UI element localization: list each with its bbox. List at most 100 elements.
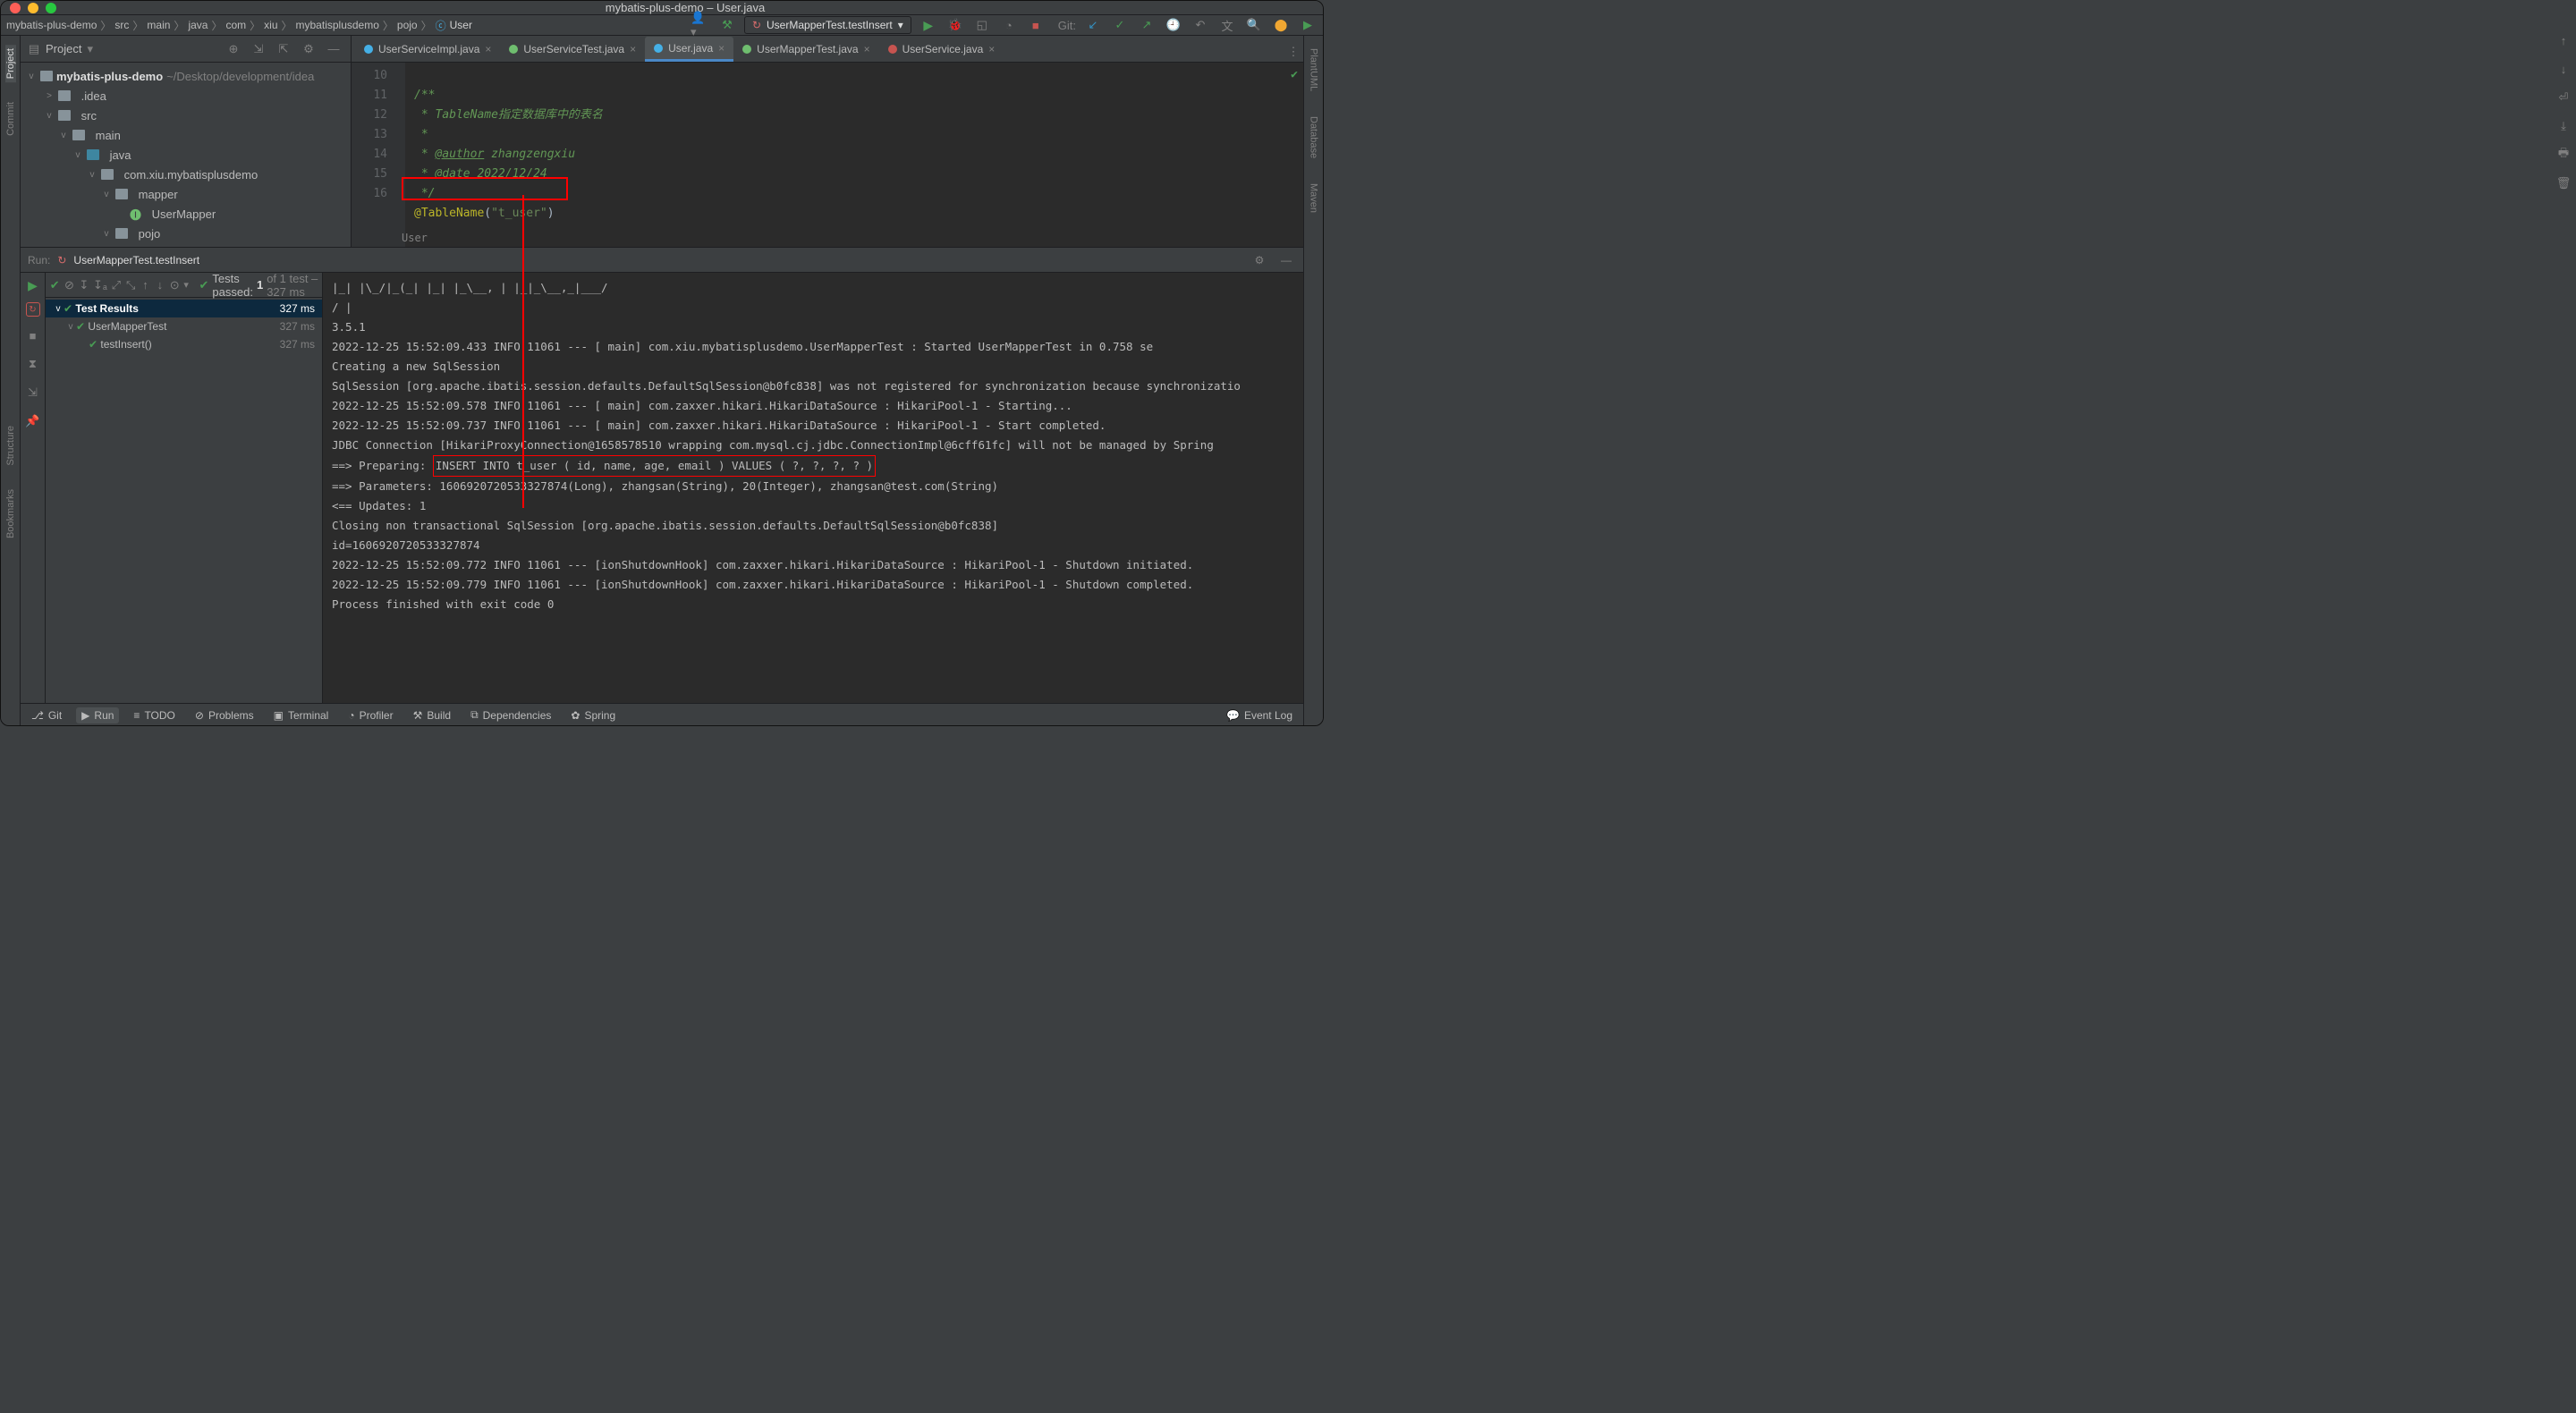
close-window-button[interactable]	[10, 3, 21, 13]
tool-problems[interactable]: ⊘ Problems	[190, 707, 259, 723]
test-toolbar: ✔ ⊘ ↧ ↧ₐ ⤢ ⤡ ↑ ↓ ⊙ ▾ ✔ Tests passed:	[46, 273, 322, 298]
prev-failed-icon[interactable]: ↑	[140, 275, 150, 295]
breadcrumb[interactable]: mybatis-plus-demo〉 src〉 main〉 java〉 com〉…	[6, 18, 472, 33]
editor-tab[interactable]: UserServiceImpl.java×	[355, 37, 500, 62]
breadcrumb-item[interactable]: java	[188, 19, 208, 31]
toolbar-right: 👤▾ ⚒ ↻UserMapperTest.testInsert▾ ▶ 🐞 ◱ ◔…	[691, 15, 1318, 35]
editor-tab[interactable]: UserServiceTest.java×	[500, 37, 645, 62]
breadcrumb-item[interactable]: main	[147, 19, 170, 31]
test-results-root[interactable]: v✔ Test Results 327 ms	[46, 300, 322, 317]
breadcrumb-item[interactable]: src	[114, 19, 129, 31]
maximize-window-button[interactable]	[46, 3, 56, 13]
code-editor[interactable]: 10 11 12 13 14 15 16 /** * TableName指定数据…	[352, 63, 1303, 247]
ide-actions-icon[interactable]: ⬤	[1271, 15, 1291, 35]
breadcrumb-item[interactable]: mybatisplusdemo	[296, 19, 379, 31]
tree-item[interactable]: v src	[21, 106, 351, 125]
breadcrumb-item[interactable]: xiu	[264, 19, 277, 31]
gear-icon[interactable]: ⚙	[299, 39, 318, 59]
code-content[interactable]: /** * TableName指定数据库中的表名 * * @author zha…	[405, 63, 603, 247]
editor-tab[interactable]: UserService.java×	[879, 37, 1004, 62]
breadcrumb-item[interactable]: pojo	[397, 19, 418, 31]
test-class-row[interactable]: v✔ UserMapperTest 327 ms	[46, 317, 322, 335]
sidebar-tab-maven[interactable]: Maven	[1309, 180, 1319, 216]
git-update-icon[interactable]: ↙	[1083, 15, 1103, 35]
hide-panel-icon[interactable]: —	[324, 39, 343, 59]
tool-todo[interactable]: ≡ TODO	[128, 707, 180, 723]
show-passed-icon[interactable]: ✔	[49, 275, 60, 295]
tool-spring[interactable]: ✿ Spring	[565, 707, 621, 723]
tool-run[interactable]: ▶ Run	[76, 707, 119, 723]
debug-button[interactable]: 🐞	[945, 15, 965, 35]
run-settings-icon[interactable]: ⚙	[1250, 250, 1269, 270]
rerun-button[interactable]: ▶	[28, 278, 38, 293]
run-button[interactable]: ▶	[919, 15, 938, 35]
run-config-dropdown[interactable]: ↻UserMapperTest.testInsert▾	[744, 16, 911, 34]
minimize-window-button[interactable]	[28, 3, 38, 13]
git-commit-icon[interactable]: ✓	[1110, 15, 1130, 35]
show-ignored-icon[interactable]: ⊘	[64, 275, 74, 295]
codewithme-icon[interactable]: ▶	[1298, 15, 1318, 35]
test-history-icon[interactable]: ⧗	[23, 354, 43, 374]
select-opened-file-icon[interactable]: ⊕	[224, 39, 243, 59]
sidebar-tab-commit[interactable]: Commit	[5, 98, 16, 140]
tree-root[interactable]: v mybatis-plus-demo ~/Desktop/developmen…	[21, 66, 351, 86]
translate-icon[interactable]: 文	[1217, 15, 1237, 35]
tree-item[interactable]: v com.xiu.mybatisplusdemo	[21, 165, 351, 184]
tool-build[interactable]: ⚒ Build	[408, 707, 456, 723]
tool-profiler[interactable]: ◔ Profiler	[343, 707, 398, 723]
coverage-button[interactable]: ◱	[972, 15, 992, 35]
editor-tabs: UserServiceImpl.java×UserServiceTest.jav…	[352, 36, 1303, 63]
tree-item[interactable]: v java	[21, 145, 351, 165]
sidebar-tab-project[interactable]: Project	[5, 45, 16, 82]
breadcrumb-item[interactable]: User	[450, 19, 472, 31]
git-rollback-icon[interactable]: ↶	[1191, 15, 1210, 35]
build-hammer-icon[interactable]: ⚒	[717, 15, 737, 35]
editor-tab[interactable]: UserMapperTest.java×	[733, 37, 878, 62]
chevron-down-icon[interactable]: ▾	[87, 42, 93, 56]
sidebar-tab-bookmarks[interactable]: Bookmarks	[5, 486, 16, 542]
git-history-icon[interactable]: 🕘	[1164, 15, 1183, 35]
tree-item[interactable]: 🅘 UserMapper	[21, 204, 351, 224]
tree-item[interactable]: v main	[21, 125, 351, 145]
tool-git[interactable]: ⎇ Git	[26, 707, 67, 723]
collapse-icon[interactable]: ⤡	[125, 275, 136, 295]
expand-icon[interactable]: ⤢	[111, 275, 122, 295]
test-tree[interactable]: v✔ Test Results 327 ms v✔ UserMapperTest…	[46, 298, 322, 353]
run-header-target: UserMapperTest.testInsert	[73, 254, 199, 267]
test-method-row[interactable]: ✔ testInsert() 327 ms	[46, 335, 322, 353]
sidebar-tab-database[interactable]: Database	[1309, 113, 1319, 162]
sidebar-tab-plantuml[interactable]: PlantUML	[1309, 45, 1319, 95]
tree-item[interactable]: > .idea	[21, 86, 351, 106]
toggle-auto-test-icon[interactable]: ↻	[26, 302, 40, 317]
collapse-all-icon[interactable]: ⇱	[274, 39, 293, 59]
sort-icon[interactable]: ↧	[79, 275, 89, 295]
stop-button[interactable]: ■	[1026, 15, 1046, 35]
test-settings-icon[interactable]: ⊙	[169, 275, 180, 295]
editor-more-icon[interactable]: ⋮	[1284, 42, 1303, 62]
profile-button[interactable]: ◔	[999, 15, 1019, 35]
editor-tab[interactable]: User.java×	[645, 37, 733, 62]
hide-run-icon[interactable]: —	[1276, 250, 1296, 270]
breadcrumb-item[interactable]: mybatis-plus-demo	[6, 19, 97, 31]
sort-alpha-icon[interactable]: ↧ₐ	[93, 275, 107, 295]
tree-item[interactable]: v mapper	[21, 184, 351, 204]
breadcrumb-item[interactable]: com	[225, 19, 246, 31]
stop-tests-icon[interactable]: ■	[23, 326, 43, 345]
add-button[interactable]: 👤▾	[691, 15, 710, 35]
git-push-icon[interactable]: ↗	[1137, 15, 1157, 35]
pin-tab-icon[interactable]: 📌	[23, 411, 43, 431]
tool-eventlog[interactable]: 💬 Event Log	[1221, 707, 1298, 723]
editor-breadcrumb[interactable]: User	[394, 229, 435, 247]
import-tests-icon[interactable]: ⇲	[23, 383, 43, 402]
search-icon[interactable]: 🔍	[1244, 15, 1264, 35]
tree-item[interactable]: v pojo	[21, 224, 351, 243]
expand-all-icon[interactable]: ⇲	[249, 39, 268, 59]
console-output[interactable]: |_| |\_/|_(_| |_| |_\__, | |_|_\__,_|___…	[323, 273, 1303, 703]
tool-dependencies[interactable]: ⧉ Dependencies	[465, 706, 556, 723]
next-failed-icon[interactable]: ↓	[155, 275, 165, 295]
tool-terminal[interactable]: ▣ Terminal	[268, 707, 335, 723]
sidebar-tab-structure[interactable]: Structure	[5, 422, 16, 470]
project-tree[interactable]: v mybatis-plus-demo ~/Desktop/developmen…	[21, 63, 351, 247]
highlight-connector-line	[522, 195, 524, 508]
inspection-ok-icon[interactable]: ✔	[1291, 68, 1298, 81]
